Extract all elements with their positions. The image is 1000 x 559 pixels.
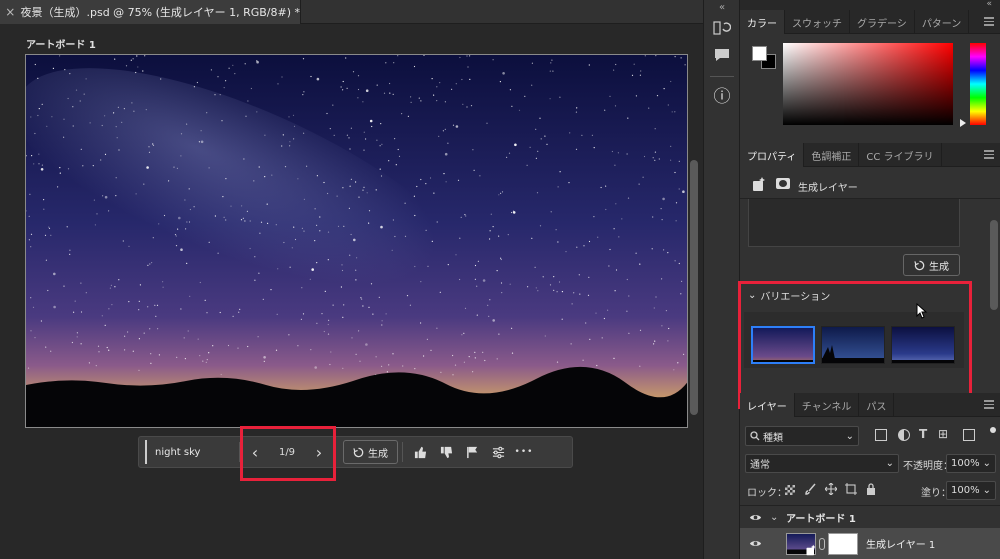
opacity-value: 100%: [951, 458, 980, 469]
tab-strip: [301, 0, 703, 24]
artboard-label: アートボード 1: [26, 40, 96, 51]
hue-slider[interactable]: [970, 43, 986, 125]
panel-menu-icon[interactable]: [984, 17, 994, 26]
filter-type-icon[interactable]: T: [919, 427, 927, 441]
regenerate-icon: [353, 447, 364, 457]
info-icon[interactable]: ⓘ: [704, 82, 740, 107]
layer-row-artboard[interactable]: ⌄ アートボード 1: [740, 506, 1000, 528]
thumbs-down-icon[interactable]: [433, 440, 459, 464]
layer-thumbnail: [786, 532, 816, 555]
properties-panel-tabs: プロパティ 色調補正 CC ライブラリ: [740, 143, 1000, 167]
panel-menu-icon[interactable]: [984, 150, 994, 159]
mask-link-icon[interactable]: [819, 537, 825, 550]
divider: [710, 76, 734, 77]
filter-shape-icon[interactable]: ⊞: [938, 427, 948, 441]
fill-value: 100%: [951, 485, 980, 496]
filter-pixel-icon[interactable]: [875, 429, 887, 441]
lock-artboard-icon[interactable]: [845, 483, 857, 498]
history-icon[interactable]: [713, 20, 732, 39]
thumbs-up-icon[interactable]: [407, 440, 433, 464]
generative-layer-icon: [751, 176, 767, 195]
generate-button[interactable]: 生成: [343, 440, 398, 464]
flag-icon[interactable]: [459, 440, 485, 464]
generative-layer-icon: [806, 544, 816, 555]
properties-scrollbar[interactable]: [990, 220, 998, 310]
lock-transparent-icon[interactable]: [785, 485, 795, 495]
tab-color[interactable]: カラー: [740, 10, 785, 34]
prompt-textarea[interactable]: [748, 199, 960, 247]
layer-mask-thumbnail[interactable]: [828, 532, 858, 555]
lock-position-icon[interactable]: [824, 482, 838, 498]
tab-swatches[interactable]: スウォッチ: [785, 10, 850, 34]
fill-input[interactable]: 100% ⌄: [946, 481, 996, 500]
prompt-input[interactable]: night sky: [145, 440, 235, 464]
canvas-image[interactable]: [25, 54, 688, 428]
canvas-vertical-scrollbar[interactable]: [690, 160, 698, 415]
visibility-eye-icon[interactable]: [740, 513, 770, 522]
tab-adjustments[interactable]: 色調補正: [804, 143, 860, 167]
visibility-eye-icon[interactable]: [740, 539, 770, 548]
color-picker-field[interactable]: [783, 43, 953, 125]
layer-filter-select[interactable]: 種類 ⌄: [745, 426, 859, 446]
lock-all-icon[interactable]: [866, 483, 876, 498]
regenerate-icon: [914, 260, 925, 270]
filter-toggle-icon[interactable]: [990, 427, 996, 433]
comments-icon[interactable]: [714, 48, 730, 65]
generate-label: 生成: [368, 448, 388, 460]
tab-paths[interactable]: パス: [859, 393, 895, 417]
layer-row-generative[interactable]: 生成レイヤー 1: [740, 528, 1000, 559]
lock-image-brush-icon[interactable]: [805, 483, 817, 498]
foreground-color-swatch[interactable]: [752, 46, 767, 61]
chevron-down-icon[interactable]: ⌄: [770, 512, 786, 523]
filter-smart-object-icon[interactable]: [963, 429, 975, 441]
tab-layers[interactable]: レイヤー: [740, 393, 795, 417]
contextual-task-bar: night sky ‹ 1/9 › 生成 •••: [138, 436, 573, 468]
lock-label: ロック：: [747, 488, 787, 499]
generative-layer-name: 生成レイヤー 1: [866, 540, 936, 551]
layer-mask-icon: [776, 178, 790, 189]
document-tab-title: 夜景（生成）.psd @ 75% (生成レイヤー 1, RGB/8#) *: [20, 6, 300, 19]
layers-panel-tabs: レイヤー チャンネル パス: [740, 393, 1000, 417]
hue-slider-handle[interactable]: [960, 119, 966, 127]
chevron-down-icon: ⌄: [885, 458, 894, 469]
divider: [402, 442, 403, 462]
properties-generate-button[interactable]: 生成: [903, 254, 960, 276]
blend-mode-value: 通常: [750, 460, 770, 471]
tab-channels[interactable]: チャンネル: [795, 393, 860, 417]
more-options-icon[interactable]: •••: [511, 440, 537, 464]
artboard-layer-name: アートボード 1: [786, 513, 856, 525]
chevron-down-icon: ⌄: [982, 458, 991, 469]
layer-type-label: 生成レイヤー: [798, 183, 858, 194]
panel-icon-strip: « ⓘ: [703, 0, 740, 559]
document-tab[interactable]: × 夜景（生成）.psd @ 75% (生成レイヤー 1, RGB/8#) *: [0, 0, 301, 24]
close-tab-icon[interactable]: ×: [0, 5, 20, 19]
tab-properties[interactable]: プロパティ: [740, 143, 805, 167]
highlight-box-counter: [240, 426, 336, 481]
collapse-icon[interactable]: «: [704, 2, 740, 13]
tab-cc-libraries[interactable]: CC ライブラリ: [859, 143, 942, 167]
tab-patterns[interactable]: パターン: [915, 10, 970, 34]
color-panel-tabs: カラー スウォッチ グラデーシ パターン: [740, 10, 1000, 34]
highlight-box-variations: [738, 281, 972, 409]
adjust-settings-icon[interactable]: [485, 440, 511, 464]
filter-adjustment-icon[interactable]: [898, 429, 910, 441]
night-sky-image: [26, 55, 687, 427]
generate-label: 生成: [929, 261, 949, 273]
chevron-down-icon: ⌄: [982, 485, 991, 496]
layer-filter-value: 種類: [763, 432, 783, 444]
blend-mode-select[interactable]: 通常 ⌄: [745, 454, 899, 473]
collapse-icon[interactable]: «: [740, 0, 1000, 10]
tab-gradients[interactable]: グラデーシ: [850, 10, 915, 34]
panel-menu-icon[interactable]: [984, 400, 994, 409]
search-icon: [750, 431, 760, 441]
chevron-down-icon: ⌄: [845, 430, 854, 442]
opacity-input[interactable]: 100% ⌄: [946, 454, 996, 473]
